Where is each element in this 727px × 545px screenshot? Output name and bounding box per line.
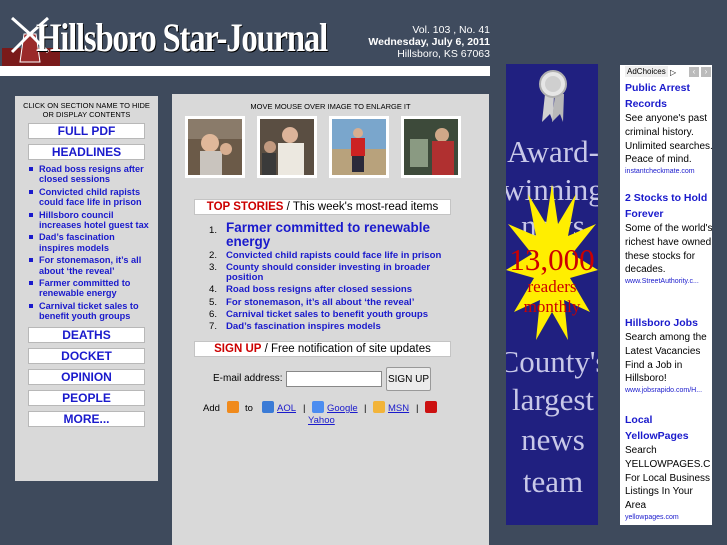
child-portrait-photo [188,119,242,175]
separator: | [364,403,367,414]
signup-header: SIGN UP / Free notification of site upda… [194,341,451,357]
docket-section-button[interactable]: DOCKET [28,347,145,364]
signup-label: SIGN UP [214,343,262,355]
yahoo-icon [425,401,437,413]
deaths-section-button[interactable]: DEATHS [28,326,145,343]
page: Hillsboro Star-Journal Vol. 103 , No. 41… [0,0,727,545]
text-ad[interactable]: Public Arrest Records See anyone's past … [625,80,715,177]
burst-number: 13,000 [509,242,594,277]
burst-text: monthly [524,297,581,316]
aol-link[interactable]: AOL [277,403,296,414]
headline-link[interactable]: Convicted child rapists could face life … [28,187,152,208]
photo-thumbnail[interactable] [185,116,245,178]
headline-link[interactable]: For stonemason, it’s all about ‘the reve… [28,255,152,276]
text-ad-title[interactable]: Public Arrest Records [625,80,715,112]
text-ad[interactable]: Local YellowPages Search YELLOWPAGES.C F… [625,412,715,523]
email-field[interactable] [286,371,382,387]
issue-volume: Vol. 103 , No. 41 [412,24,490,36]
yahoo-link[interactable]: Yahoo [308,415,335,426]
top-story-item[interactable]: 4. Road boss resigns after closed session… [202,285,462,296]
headline-link[interactable]: Road boss resigns after closed sessions [28,164,152,185]
aol-icon [262,401,274,413]
top-stories-header: TOP STORIES / This week's most-read item… [194,199,451,215]
men-group-photo [260,119,314,175]
msn-icon [373,401,385,413]
photo-thumbnail[interactable] [257,116,317,178]
separator: | [303,403,306,414]
signup-subtitle: / Free notification of site updates [261,343,431,355]
separator: | [416,403,419,414]
more-section-button[interactable]: MORE... [28,410,145,427]
text-ad-title[interactable]: 2 Stocks to Hold Forever [625,190,715,222]
signup-button[interactable]: SIGN UP [386,367,431,391]
adchoices-icon[interactable]: ▷ [670,68,676,77]
banner-line: Award- [507,134,598,169]
sections-hint: CLICK ON SECTION NAME TO HIDE OR DISPLAY… [23,101,150,119]
banner-line: largest [512,382,594,417]
banner-line: County's [506,344,598,379]
ad-prev-icon[interactable]: ‹ [689,67,699,77]
text-ad-body: Search YELLOWPAGES.C For Local Business … [625,445,711,512]
page-edge [712,65,727,545]
text-ad-title[interactable]: Local YellowPages [625,412,715,444]
banner-line: team [523,464,583,499]
top-story-item[interactable]: 7. Dad’s fascination inspires models [202,321,462,332]
ad-next-icon[interactable]: › [701,67,711,77]
masthead-divider [0,66,490,76]
text-ad-body: See anyone's past criminal history. Unli… [625,113,713,166]
photo-thumbnails [183,116,479,178]
top-stories-list: 1. Farmer committed to renewable energy 2… [202,221,462,334]
top-stories-label: TOP STORIES [206,201,284,213]
top-story-item[interactable]: 3. County should consider investing in br… [202,262,462,284]
headline-link[interactable]: Carnival ticket sales to benefit youth g… [28,301,152,322]
email-signup-form: E-mail address: SIGN UP [172,367,489,391]
top-stories-subtitle: / This week's most-read items [283,201,439,213]
text-ad-title[interactable]: Hillsboro Jobs [625,315,715,331]
google-link[interactable]: Google [327,403,358,414]
top-story-item[interactable]: 2. Convicted child rapists could face lif… [202,250,462,261]
banner-footer [506,525,598,545]
issue-info: Vol. 103 , No. 41 Wednesday, July 6, 201… [368,24,490,60]
top-story-item[interactable]: 6. Carnival ticket sales to benefit youth… [202,309,462,320]
headline-link[interactable]: Farmer committed to renewable energy [28,278,152,299]
text-ad-url[interactable]: www.StreetAuthority.c... [625,277,715,287]
man-red-shirt-photo [332,119,386,175]
text-ad-url[interactable]: instantcheckmate.com [625,167,715,177]
full-pdf-button[interactable]: FULL PDF [28,123,145,139]
top-story-item[interactable]: 1. Farmer committed to renewable energy [202,221,462,248]
adchoices-label[interactable]: AdChoices [625,66,668,77]
text-ad-body: Search among the Latest Vacancies Find a… [625,332,707,385]
issue-date: Wednesday, July 6, 2011 [368,36,490,48]
banner-line: news [521,422,585,457]
msn-link[interactable]: MSN [388,403,409,414]
text-ad[interactable]: 2 Stocks to Hold Forever Some of the wor… [625,190,715,287]
issue-location: Hillsboro, KS 67063 [397,48,490,60]
text-ad-url[interactable]: www.jobsrapido.com/H... [625,386,715,396]
text-ad-url[interactable]: yellowpages.com [625,513,715,523]
to-label: to [245,403,253,414]
text-ad-body: Some of the world's richest have owned t… [625,223,713,276]
headlines-list: Road boss resigns after closed sessions … [28,164,152,322]
add-label: Add [203,403,220,414]
text-ad[interactable]: Hillsboro Jobs Search among the Latest V… [625,315,715,396]
headline-link[interactable]: Dad’s fascination inspires models [28,232,152,253]
site-brand-title[interactable]: Hillsboro Star-Journal [36,14,328,61]
rss-icon[interactable] [227,401,239,413]
headline-link[interactable]: Hillsboro council increases hotel guest … [28,210,152,231]
top-story-item[interactable]: 5. For stonemason, it’s all about ‘the re… [202,297,462,308]
opinion-section-button[interactable]: OPINION [28,368,145,385]
award-banner-graphic: Award- winning news 13,000 readers month… [506,64,598,525]
thumbnail-hint: MOVE MOUSE OVER IMAGE TO ENLARGE IT [250,102,411,111]
email-label: E-mail address: [213,373,283,384]
burst-text: readers [527,277,576,296]
photo-thumbnail[interactable] [329,116,389,178]
people-section-button[interactable]: PEOPLE [28,389,145,406]
sections-panel: CLICK ON SECTION NAME TO HIDE OR DISPLAY… [15,96,158,481]
photo-thumbnail[interactable] [401,116,461,178]
main-content: MOVE MOUSE OVER IMAGE TO ENLARGE IT TOP … [172,94,489,545]
award-banner-ad[interactable]: Award- winning news 13,000 readers month… [506,64,598,525]
headlines-section-button[interactable]: HEADLINES [28,144,145,160]
google-icon [312,401,324,413]
man-working-photo [404,119,458,175]
